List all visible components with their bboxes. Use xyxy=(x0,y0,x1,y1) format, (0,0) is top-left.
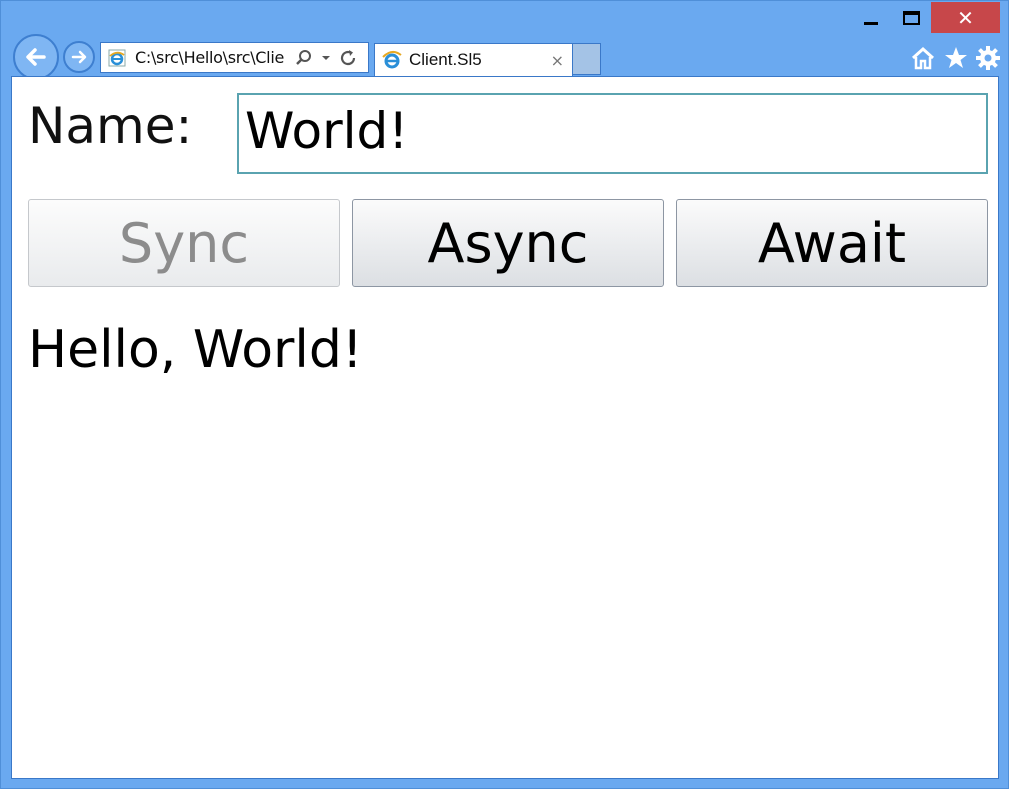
back-arrow-icon xyxy=(26,48,46,66)
forward-arrow-icon xyxy=(71,50,87,64)
ie-page-icon xyxy=(108,49,126,66)
address-bar[interactable]: C:\src\Hello\src\Clie xyxy=(100,42,369,73)
maximize-button[interactable] xyxy=(893,3,929,33)
address-text[interactable]: C:\src\Hello\src\Clie xyxy=(135,48,293,67)
sync-button[interactable]: Sync xyxy=(28,199,340,287)
search-icon[interactable] xyxy=(293,47,315,69)
result-text: Hello, World! xyxy=(28,320,363,380)
ie-logo-icon xyxy=(382,51,402,69)
tab-title: Client.Sl5 xyxy=(409,50,482,69)
refresh-icon[interactable] xyxy=(337,47,359,69)
tab-close-icon[interactable]: × xyxy=(551,51,564,70)
name-input[interactable]: World! xyxy=(237,93,988,174)
minimize-button[interactable] xyxy=(853,3,889,33)
await-button[interactable]: Await xyxy=(676,199,988,287)
close-icon: ✕ xyxy=(957,5,974,30)
back-button[interactable] xyxy=(13,34,59,80)
tab-client[interactable]: Client.Sl5 × xyxy=(374,43,573,76)
page-content: Name: World! Sync Async Await Hello, Wor… xyxy=(11,76,999,779)
home-icon[interactable] xyxy=(910,45,936,71)
async-button[interactable]: Async xyxy=(352,199,664,287)
maximize-icon xyxy=(902,11,920,25)
favorites-star-icon[interactable] xyxy=(943,45,969,71)
dropdown-arrow-icon[interactable] xyxy=(315,47,337,69)
new-tab-button[interactable] xyxy=(573,43,601,75)
browser-window: ✕ C:\src\Hello\src\Clie Client.Sl5 × Nam… xyxy=(0,0,1009,789)
name-label: Name: xyxy=(28,97,193,155)
forward-button[interactable] xyxy=(63,41,95,73)
close-button[interactable]: ✕ xyxy=(931,2,1000,33)
minimize-icon xyxy=(864,21,878,25)
gear-icon[interactable] xyxy=(975,45,1001,71)
